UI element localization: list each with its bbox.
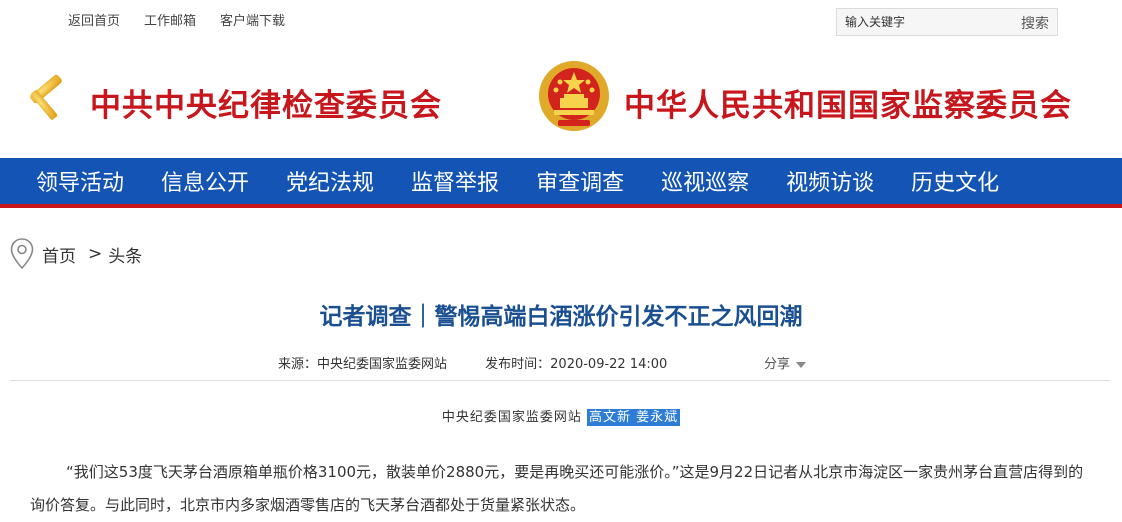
chevron-down-icon xyxy=(796,361,807,368)
link-client-download[interactable]: 客户端下载 xyxy=(220,10,285,29)
article-paragraph: “我们这53度飞天茅台酒原箱单瓶价格3100元，散装单价2880元，要是再晚买还… xyxy=(30,463,1084,514)
search-button[interactable]: 搜索 xyxy=(1021,13,1049,33)
logo-row: 中共中央纪律检查委员会 中华人民共和国国家监察委员会 xyxy=(0,52,1122,152)
nav-item-history[interactable]: 历史文化 xyxy=(911,165,999,197)
nav-item-inspection[interactable]: 巡视巡察 xyxy=(661,165,749,197)
nav-item-investigation[interactable]: 审查调查 xyxy=(536,165,624,197)
org-name-nsc[interactable]: 中华人民共和国国家监察委员会 xyxy=(624,80,1072,125)
share-button[interactable]: 分享 xyxy=(764,353,807,372)
article-meta: 来源：中央纪委国家监委网站 发布时间：2020-09-22 14:00 xyxy=(278,353,667,372)
search-box: 搜索 xyxy=(836,8,1058,36)
location-pin-icon xyxy=(10,238,34,270)
party-emblem-icon[interactable] xyxy=(10,62,78,130)
byline-site: 中央纪委国家监委网站 xyxy=(441,410,582,425)
nav-item-reporting[interactable]: 监督举报 xyxy=(411,165,499,197)
national-emblem-icon[interactable] xyxy=(536,58,612,134)
nav-item-video[interactable]: 视频访谈 xyxy=(786,165,874,197)
byline-authors: 高文新 姜永斌 xyxy=(587,409,681,426)
nav-item-disclosure[interactable]: 信息公开 xyxy=(161,165,249,197)
breadcrumb-separator: > xyxy=(88,244,103,264)
nav-item-leadership[interactable]: 领导活动 xyxy=(36,165,124,197)
article-byline: 中央纪委国家监委网站 高文新 姜永斌 xyxy=(0,406,1122,426)
divider xyxy=(10,380,1110,381)
link-home[interactable]: 返回首页 xyxy=(68,10,120,29)
breadcrumb-home[interactable]: 首页 xyxy=(42,242,76,267)
link-mailbox[interactable]: 工作邮箱 xyxy=(144,10,196,29)
breadcrumb: 首页 > 头条 xyxy=(10,238,142,270)
nav-item-regulations[interactable]: 党纪法规 xyxy=(286,165,374,197)
main-nav: 领导活动 信息公开 党纪法规 监督举报 审查调查 巡视巡察 视频访谈 历史文化 xyxy=(0,158,1122,208)
article-pubtime: 发布时间：2020-09-22 14:00 xyxy=(485,357,668,372)
breadcrumb-current[interactable]: 头条 xyxy=(108,242,142,267)
org-name-ccdi[interactable]: 中共中央纪律检查委员会 xyxy=(90,80,442,125)
search-input[interactable] xyxy=(837,9,1007,35)
top-links: 返回首页 工作邮箱 客户端下载 xyxy=(68,10,285,29)
article-title: 记者调查｜警惕高端白酒涨价引发不正之风回潮 xyxy=(319,304,803,330)
top-bar: 返回首页 工作邮箱 客户端下载 搜索 xyxy=(0,0,1122,44)
share-label: 分享 xyxy=(764,357,791,372)
nav-items: 领导活动 信息公开 党纪法规 监督举报 审查调查 巡视巡察 视频访谈 历史文化 xyxy=(36,158,1036,204)
article-source: 来源：中央纪委国家监委网站 xyxy=(278,357,448,372)
